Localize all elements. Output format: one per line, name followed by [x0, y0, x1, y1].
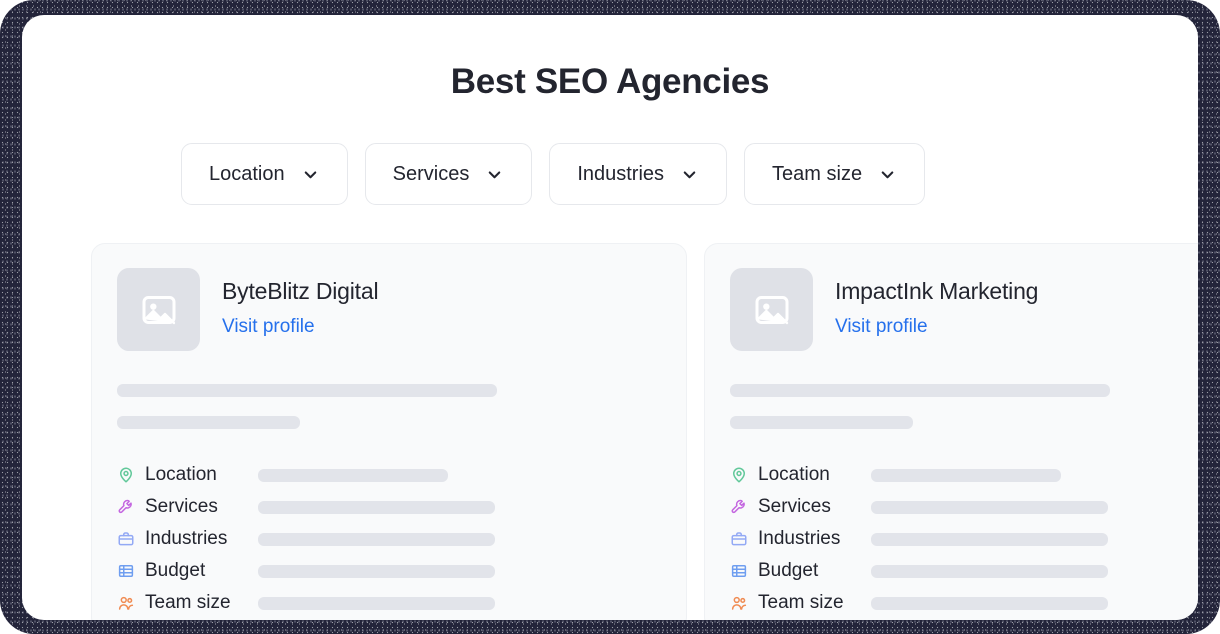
page-title: Best SEO Agencies [450, 62, 770, 101]
agency-card-grid: ByteBlitz Digital Visit profile Location Se… [91, 243, 1198, 620]
attribute-label: Services [145, 496, 218, 517]
device-frame: Best SEO Agencies Location Services Indust… [0, 0, 1220, 634]
agency-card[interactable]: ByteBlitz Digital Visit profile Location Se… [91, 243, 687, 620]
agency-card[interactable]: ImpactInk Marketing Visit profile Location… [704, 243, 1198, 620]
skeleton-line [117, 416, 300, 429]
attribute-value-skeleton [258, 596, 495, 610]
attribute-row-budget: Budget [730, 555, 1198, 587]
description-skeleton [117, 384, 661, 429]
map-pin-icon [730, 466, 748, 484]
attribute-value-skeleton [871, 500, 1108, 514]
chevron-down-icon [485, 165, 504, 184]
briefcase-icon [117, 530, 135, 548]
agency-name: ImpactInk Marketing [835, 278, 1039, 304]
filter-label: Industries [577, 162, 665, 185]
attribute-row-services: Services [730, 491, 1198, 523]
attribute-label: Budget [758, 560, 819, 581]
chevron-down-icon [878, 165, 897, 184]
users-icon [730, 594, 748, 612]
chevron-down-icon [301, 165, 320, 184]
attribute-row-industries: Industries [117, 523, 661, 555]
attribute-row-budget: Budget [117, 555, 661, 587]
wrench-icon [117, 498, 135, 516]
attribute-row-team-size: Team size [730, 587, 1198, 619]
attribute-list: Location Services Industries Budget Team siz… [117, 459, 661, 619]
agency-name: ByteBlitz Digital [222, 278, 379, 304]
filter-bar: Location Services Industries Team size [181, 143, 926, 205]
chevron-down-icon [680, 165, 699, 184]
attribute-label: Industries [145, 528, 228, 549]
attribute-list: Location Services Industries Budget Team siz… [730, 459, 1198, 619]
attribute-label: Team size [758, 592, 844, 613]
visit-profile-link[interactable]: Visit profile [835, 316, 928, 338]
skeleton-line [117, 384, 497, 397]
skeleton-line [730, 384, 1110, 397]
filter-label: Team size [772, 162, 863, 185]
filter-label: Services [392, 162, 470, 185]
wrench-icon [730, 498, 748, 516]
description-skeleton [730, 384, 1198, 429]
card-header-text: ImpactInk Marketing Visit profile [835, 268, 1038, 338]
attribute-label: Services [758, 496, 831, 517]
attribute-row-industries: Industries [730, 523, 1198, 555]
users-icon [117, 594, 135, 612]
database-icon [117, 562, 135, 580]
skeleton-line [730, 416, 913, 429]
database-icon [730, 562, 748, 580]
attribute-value-skeleton [871, 468, 1061, 482]
card-header: ByteBlitz Digital Visit profile [117, 268, 661, 351]
attribute-value-skeleton [258, 468, 448, 482]
agency-logo-placeholder [117, 268, 200, 351]
attribute-row-location: Location [730, 459, 1198, 491]
filter-label: Location [209, 162, 285, 185]
visit-profile-link[interactable]: Visit profile [222, 316, 315, 338]
card-header: ImpactInk Marketing Visit profile [730, 268, 1198, 351]
attribute-value-skeleton [871, 564, 1108, 578]
filter-location[interactable]: Location [181, 143, 348, 205]
map-pin-icon [117, 466, 135, 484]
attribute-row-team-size: Team size [117, 587, 661, 619]
card-header-text: ByteBlitz Digital Visit profile [222, 268, 379, 338]
attribute-value-skeleton [258, 564, 495, 578]
attribute-label: Team size [145, 592, 231, 613]
attribute-row-location: Location [117, 459, 661, 491]
filter-services[interactable]: Services [364, 143, 533, 205]
attribute-label: Industries [758, 528, 841, 549]
attribute-value-skeleton [871, 596, 1108, 610]
filter-team-size[interactable]: Team size [744, 143, 926, 205]
page-surface: Best SEO Agencies Location Services Indust… [22, 15, 1198, 620]
attribute-value-skeleton [258, 532, 495, 546]
attribute-value-skeleton [258, 500, 495, 514]
attribute-label: Budget [145, 560, 206, 581]
attribute-label: Location [758, 464, 830, 485]
agency-logo-placeholder [730, 268, 813, 351]
attribute-label: Location [145, 464, 217, 485]
attribute-row-services: Services [117, 491, 661, 523]
filter-industries[interactable]: Industries [549, 143, 728, 205]
attribute-value-skeleton [871, 532, 1108, 546]
briefcase-icon [730, 530, 748, 548]
